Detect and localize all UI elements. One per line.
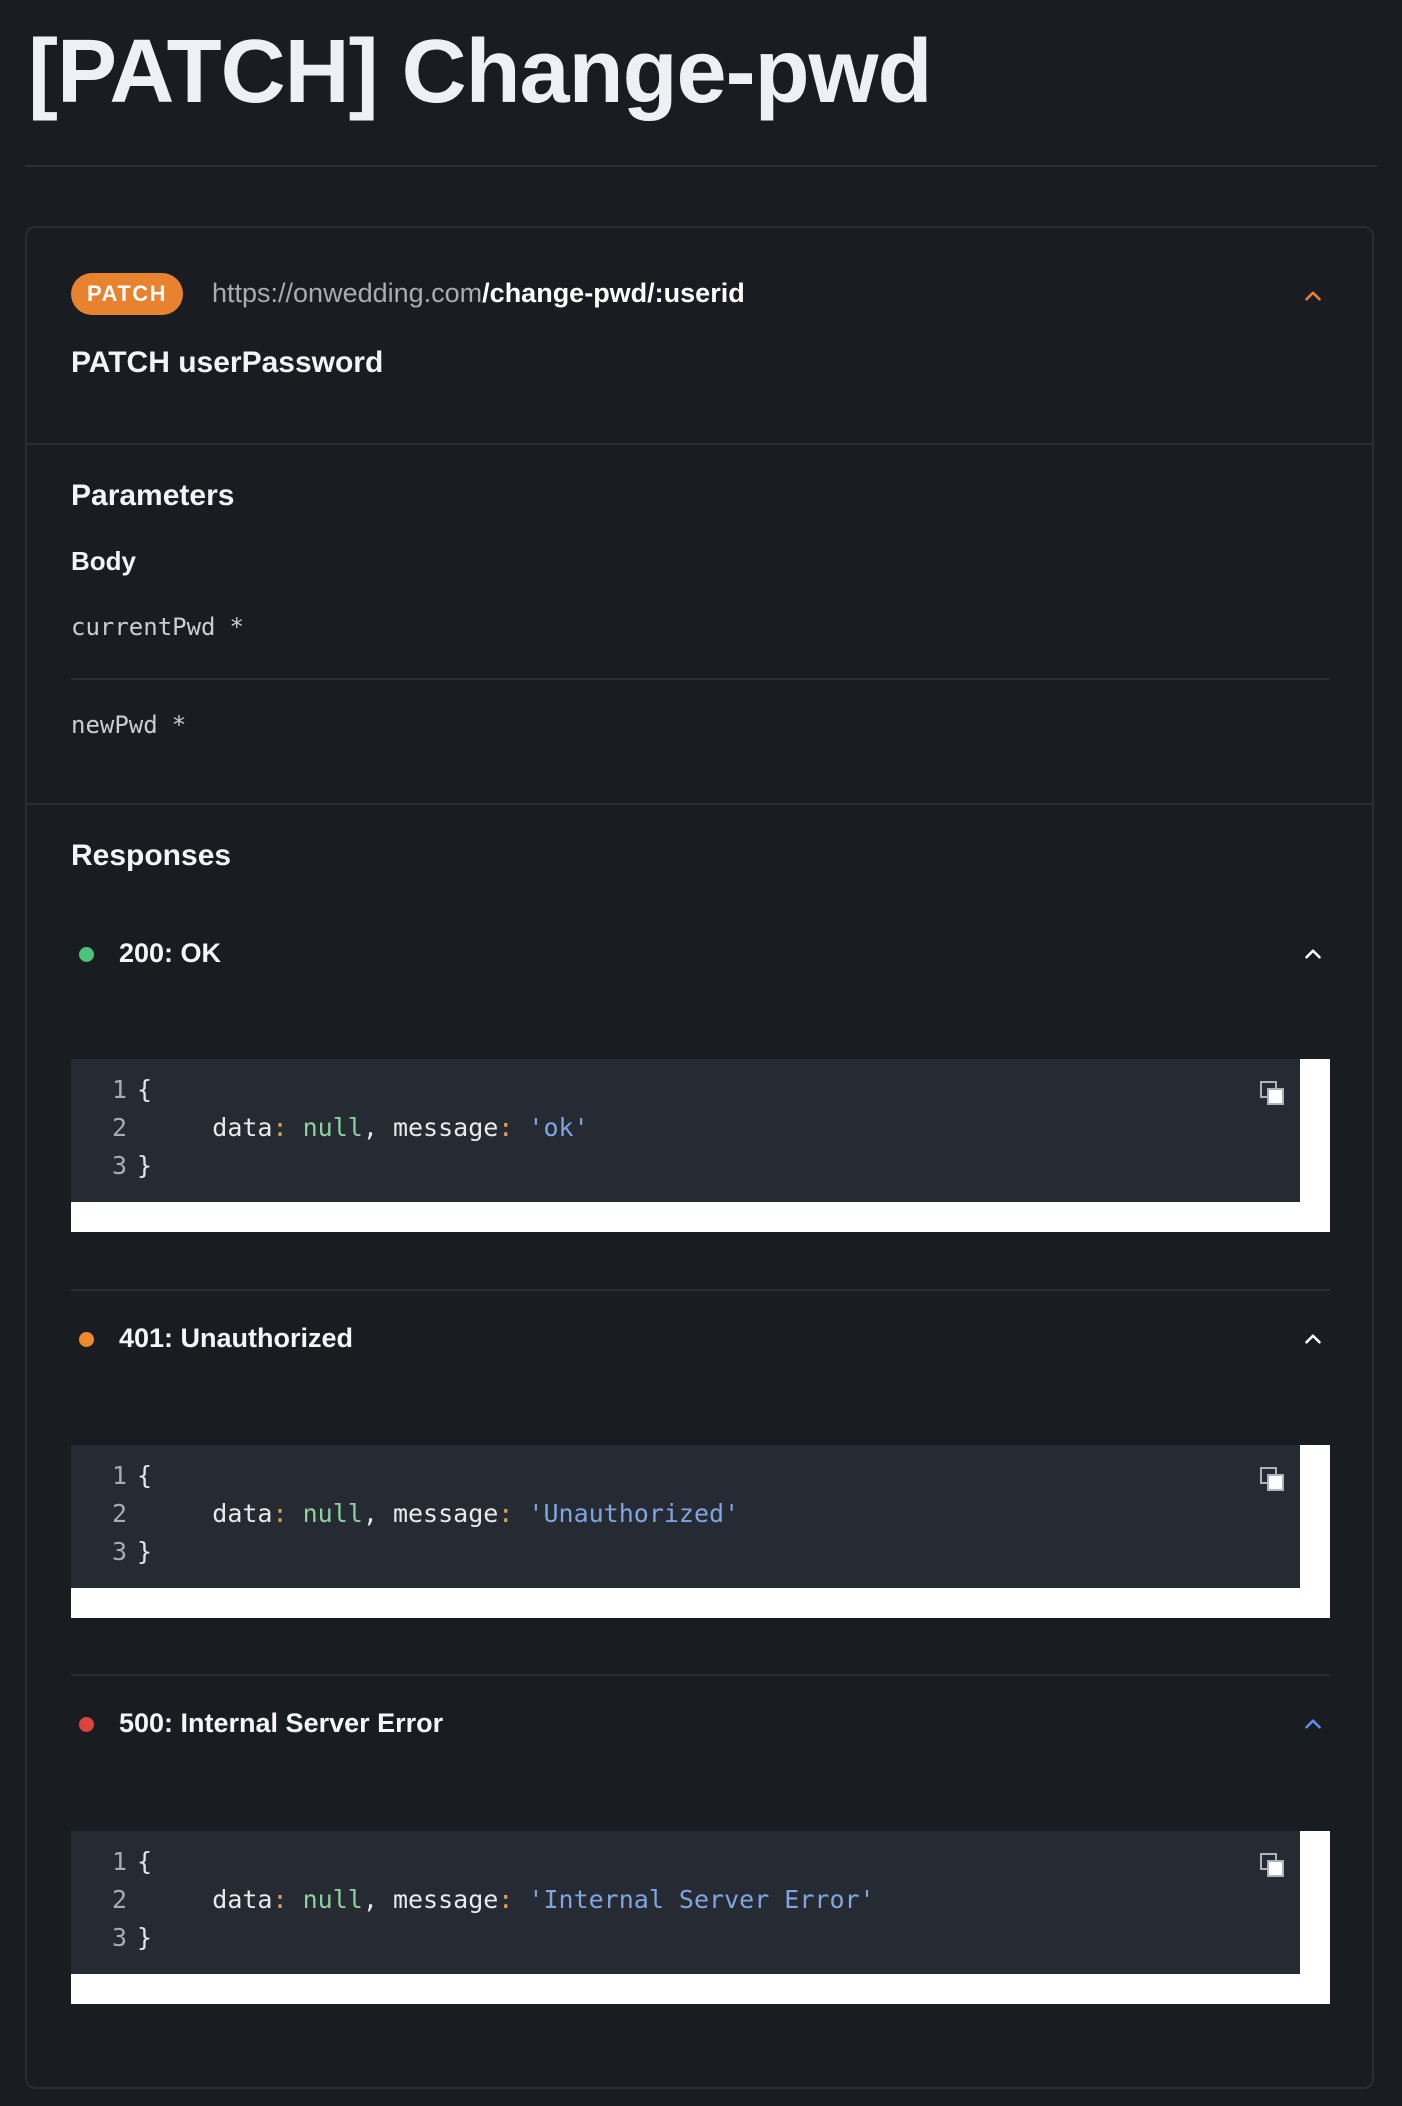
param-divider [71, 678, 1330, 680]
required-marker: * [229, 613, 244, 641]
parameters-heading: Parameters [71, 479, 235, 512]
param-new-pwd: newPwd * [71, 711, 186, 739]
code-line: 1{ [111, 1461, 153, 1490]
collapse-response-button[interactable] [1298, 1709, 1328, 1739]
code-line: 2 data: null, message: 'Unauthorized' [111, 1499, 740, 1528]
url-path: /change-pwd/:userid [482, 278, 745, 308]
code-line: 2 data: null, message: 'ok' [111, 1113, 589, 1142]
code-block: 1{ 2 data: null, message: 'Unauthorized'… [71, 1445, 1300, 1588]
status-dot [79, 1717, 94, 1732]
response-500-code: 1{ 2 data: null, message: 'Internal Serv… [71, 1831, 1330, 2004]
response-200-code: 1{ 2 data: null, message: 'ok' 3} [71, 1059, 1330, 1232]
collapse-response-button[interactable] [1298, 1324, 1328, 1354]
responses-heading: Responses [71, 839, 232, 872]
response-200-header[interactable]: 200: OK [71, 934, 1330, 974]
status-label: 500: Internal Server Error [119, 1708, 444, 1738]
copy-icon[interactable] [1258, 1465, 1288, 1495]
collapse-endpoint-button[interactable] [1298, 281, 1328, 311]
code-line: 1{ [111, 1075, 153, 1104]
response-401-header[interactable]: 401: Unauthorized [71, 1319, 1330, 1359]
status-label: 401: Unauthorized [119, 1323, 354, 1353]
code-line: 2 data: null, message: 'Internal Server … [111, 1885, 875, 1914]
body-label: Body [71, 546, 136, 576]
param-name: currentPwd [71, 613, 216, 641]
response-500-header[interactable]: 500: Internal Server Error [71, 1704, 1330, 1744]
section-divider [27, 443, 1372, 445]
section-divider [27, 803, 1372, 805]
response-divider [71, 1674, 1330, 1676]
collapse-response-button[interactable] [1298, 939, 1328, 969]
status-label: 200: OK [119, 938, 222, 968]
chevron-up-icon [1305, 949, 1321, 959]
status-dot [79, 1332, 94, 1347]
copy-icon[interactable] [1258, 1079, 1288, 1109]
page-title: [PATCH] Change-pwd [28, 22, 933, 122]
code-line: 1{ [111, 1847, 153, 1876]
copy-icon[interactable] [1258, 1851, 1288, 1881]
endpoint-url[interactable]: https://onwedding.com/change-pwd/:userid [212, 278, 745, 309]
endpoint-name: PATCH userPassword [71, 346, 384, 379]
url-base: https://onwedding.com [212, 278, 483, 308]
method-badge: PATCH [71, 273, 183, 315]
param-name: newPwd [71, 711, 158, 739]
code-block: 1{ 2 data: null, message: 'ok' 3} [71, 1059, 1300, 1202]
response-divider [71, 1289, 1330, 1291]
endpoint-card: PATCH https://onwedding.com/change-pwd/:… [25, 226, 1374, 2089]
code-line: 3} [111, 1923, 153, 1952]
chevron-up-icon [1305, 291, 1321, 301]
code-block: 1{ 2 data: null, message: 'Internal Serv… [71, 1831, 1300, 1974]
required-marker: * [171, 711, 187, 739]
param-current-pwd: currentPwd * [71, 613, 244, 641]
chevron-up-icon [1305, 1334, 1321, 1344]
code-line: 3} [111, 1151, 153, 1180]
status-dot [79, 947, 94, 962]
chevron-up-icon [1305, 1719, 1321, 1729]
code-line: 3} [111, 1537, 153, 1566]
title-divider [25, 165, 1377, 167]
response-401-code: 1{ 2 data: null, message: 'Unauthorized'… [71, 1445, 1330, 1618]
